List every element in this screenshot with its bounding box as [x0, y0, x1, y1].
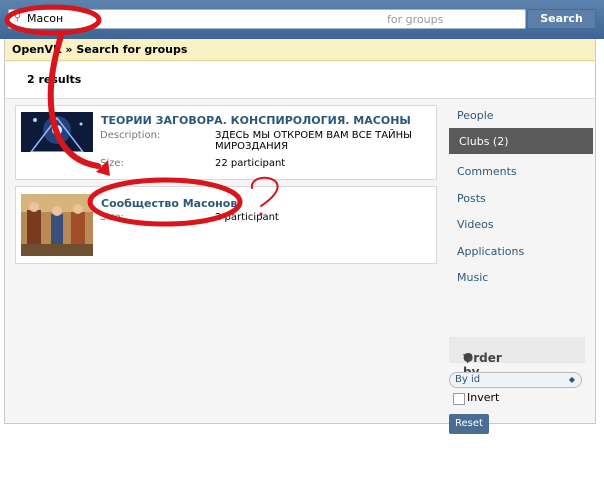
annotation-question-mark — [250, 176, 279, 207]
annotation-circle-search — [4, 4, 102, 36]
annotation-question-dot — [259, 212, 263, 216]
annotation-arrow — [47, 30, 101, 169]
annotation-circle-result — [87, 177, 243, 227]
annotation-overlay — [4, 4, 279, 227]
